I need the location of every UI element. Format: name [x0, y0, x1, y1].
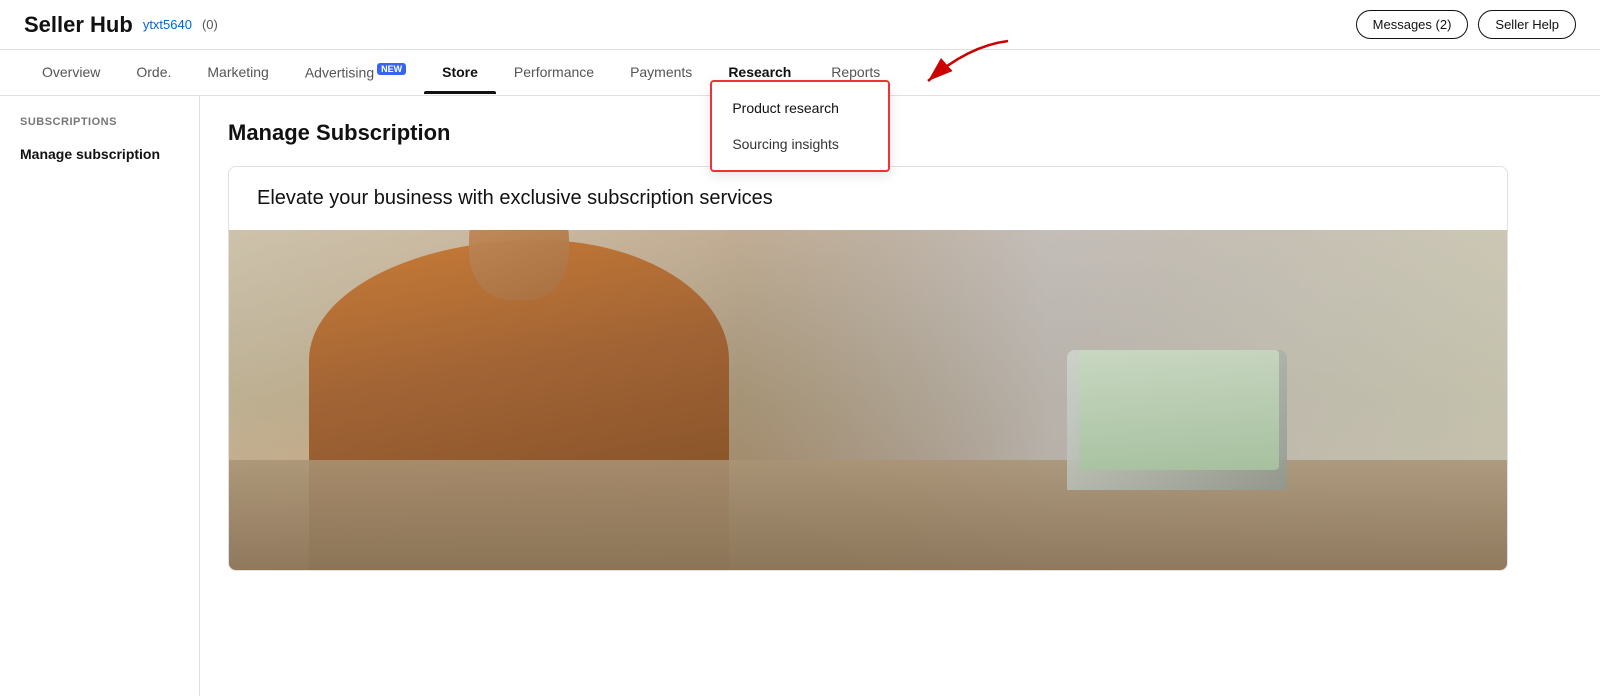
dropdown-product-research[interactable]: Product research: [712, 90, 888, 126]
nav-marketing[interactable]: Marketing: [189, 50, 286, 94]
seller-help-button[interactable]: Seller Help: [1478, 10, 1576, 39]
head-shape: [469, 230, 569, 300]
nav-payments[interactable]: Payments: [612, 50, 710, 94]
hero-text: Elevate your business with exclusive sub…: [229, 167, 1507, 230]
page-title: Manage Subscription: [228, 120, 1572, 146]
nav-orders[interactable]: Orde.: [118, 50, 189, 94]
content-area: SUBSCRIPTIONS Manage subscription Manage…: [0, 96, 1600, 696]
messages-button[interactable]: Messages (2): [1356, 10, 1469, 39]
notification-count: (0): [202, 17, 218, 32]
nav-research-wrapper: Research Reports Product research Sourci…: [710, 64, 898, 80]
dropdown-sourcing-insights[interactable]: Sourcing insights: [712, 126, 888, 162]
main-content: Manage Subscription Elevate your busines…: [200, 96, 1600, 696]
top-bar-left: Seller Hub ytxt5640 (0): [24, 12, 218, 38]
nav-performance[interactable]: Performance: [496, 50, 612, 94]
nav-advertising[interactable]: AdvertisingNEW: [287, 50, 424, 95]
hero-card: Elevate your business with exclusive sub…: [228, 166, 1508, 571]
nav-store[interactable]: Store: [424, 50, 496, 94]
sidebar-section-label: SUBSCRIPTIONS: [0, 116, 199, 138]
hero-image: [229, 230, 1507, 570]
research-dropdown: Product research Sourcing insights: [710, 80, 890, 172]
top-bar-right: Messages (2) Seller Help: [1356, 10, 1576, 39]
new-badge: NEW: [377, 63, 406, 75]
top-bar: Seller Hub ytxt5640 (0) Messages (2) Sel…: [0, 0, 1600, 50]
table-surface: [229, 460, 1507, 570]
sidebar-item-manage-subscription[interactable]: Manage subscription: [0, 138, 199, 170]
user-link[interactable]: ytxt5640: [143, 17, 192, 32]
nav-overview[interactable]: Overview: [24, 50, 118, 94]
laptop-screen: [1079, 350, 1279, 470]
site-title: Seller Hub: [24, 12, 133, 38]
nav-bar: Overview Orde. Marketing AdvertisingNEW …: [0, 50, 1600, 96]
sidebar: SUBSCRIPTIONS Manage subscription: [0, 96, 200, 696]
